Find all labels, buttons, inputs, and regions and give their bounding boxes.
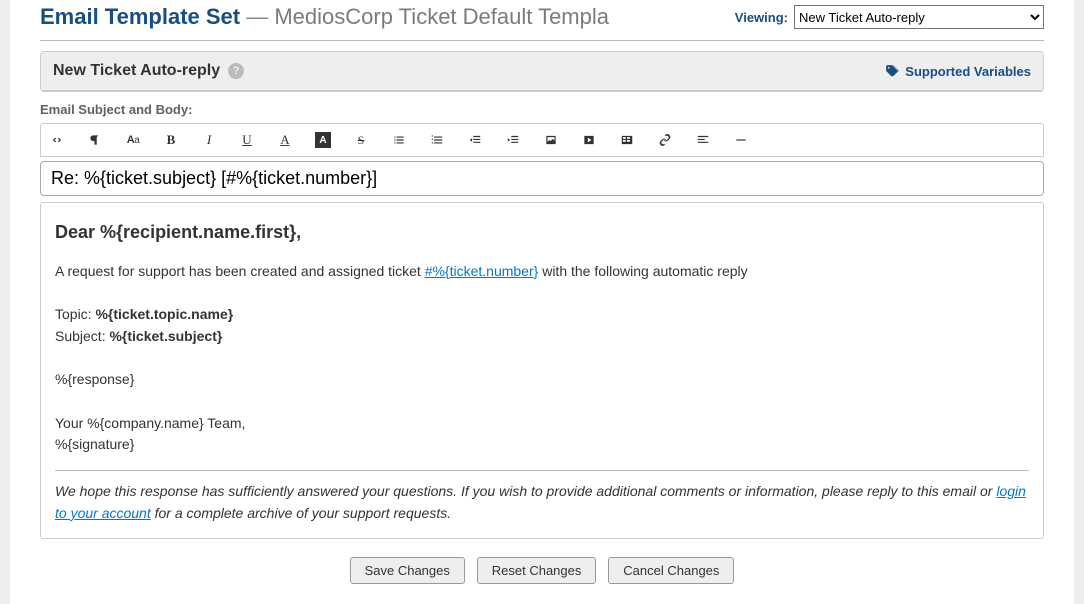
- supported-variables-link[interactable]: Supported Variables: [885, 64, 1031, 79]
- tags-icon: [885, 64, 899, 78]
- strike-icon[interactable]: S: [353, 132, 369, 148]
- align-icon[interactable]: [695, 132, 711, 148]
- ul-icon[interactable]: [391, 132, 407, 148]
- greeting: Dear %{recipient.name.first},: [55, 219, 1029, 247]
- body-line1: A request for support has been created a…: [55, 261, 1029, 283]
- template-panel: New Ticket Auto-reply ? Supported Variab…: [40, 51, 1044, 92]
- indent-icon[interactable]: [505, 132, 521, 148]
- ticket-number-link[interactable]: #%{ticket.number}: [425, 263, 539, 279]
- paragraph-icon[interactable]: [87, 132, 103, 148]
- footer-note: We hope this response has sufficiently a…: [55, 481, 1029, 524]
- bgcolor-icon[interactable]: A: [315, 132, 331, 148]
- subject-line: Subject: %{ticket.subject}: [55, 326, 1029, 348]
- page-title: Email Template Set — MediosCorp Ticket D…: [40, 4, 609, 30]
- body-divider: [55, 470, 1029, 471]
- response-placeholder: %{response}: [55, 369, 1029, 391]
- viewing-select[interactable]: New Ticket Auto-reply: [794, 5, 1044, 29]
- table-icon[interactable]: [619, 132, 635, 148]
- code-view-icon[interactable]: [49, 132, 65, 148]
- italic-icon[interactable]: I: [201, 132, 217, 148]
- textcolor-icon[interactable]: A: [277, 132, 293, 148]
- panel-title-wrap: New Ticket Auto-reply ?: [53, 62, 244, 80]
- signoff-1: Your %{company.name} Team,: [55, 413, 1029, 435]
- hr-icon[interactable]: [733, 132, 749, 148]
- divider: [40, 40, 1044, 41]
- link-icon[interactable]: [657, 132, 673, 148]
- underline-icon[interactable]: U: [239, 132, 255, 148]
- title-link[interactable]: Email Template Set: [40, 4, 240, 29]
- image-icon[interactable]: [543, 132, 559, 148]
- supported-variables-label: Supported Variables: [905, 64, 1031, 79]
- page-header: Email Template Set — MediosCorp Ticket D…: [40, 0, 1044, 30]
- subject-input[interactable]: [40, 161, 1044, 196]
- outdent-icon[interactable]: [467, 132, 483, 148]
- help-icon[interactable]: ?: [228, 63, 244, 79]
- fontsize-icon[interactable]: Aa: [125, 132, 141, 148]
- section-label: Email Subject and Body:: [40, 102, 1044, 117]
- ol-icon[interactable]: [429, 132, 445, 148]
- title-dash: —: [246, 4, 268, 29]
- editor-toolbar: Aa B I U A A S: [40, 123, 1044, 157]
- viewing-label: Viewing:: [735, 10, 788, 25]
- viewing-selector: Viewing: New Ticket Auto-reply: [735, 5, 1044, 29]
- panel-title: New Ticket Auto-reply: [53, 62, 220, 80]
- topic-line: Topic: %{ticket.topic.name}: [55, 304, 1029, 326]
- panel-header: New Ticket Auto-reply ? Supported Variab…: [41, 52, 1043, 91]
- title-subtitle: MediosCorp Ticket Default Templa: [274, 4, 609, 29]
- bold-icon[interactable]: B: [163, 132, 179, 148]
- signoff-2: %{signature}: [55, 434, 1029, 456]
- body-editor[interactable]: Dear %{recipient.name.first}, A request …: [40, 202, 1044, 539]
- video-icon[interactable]: [581, 132, 597, 148]
